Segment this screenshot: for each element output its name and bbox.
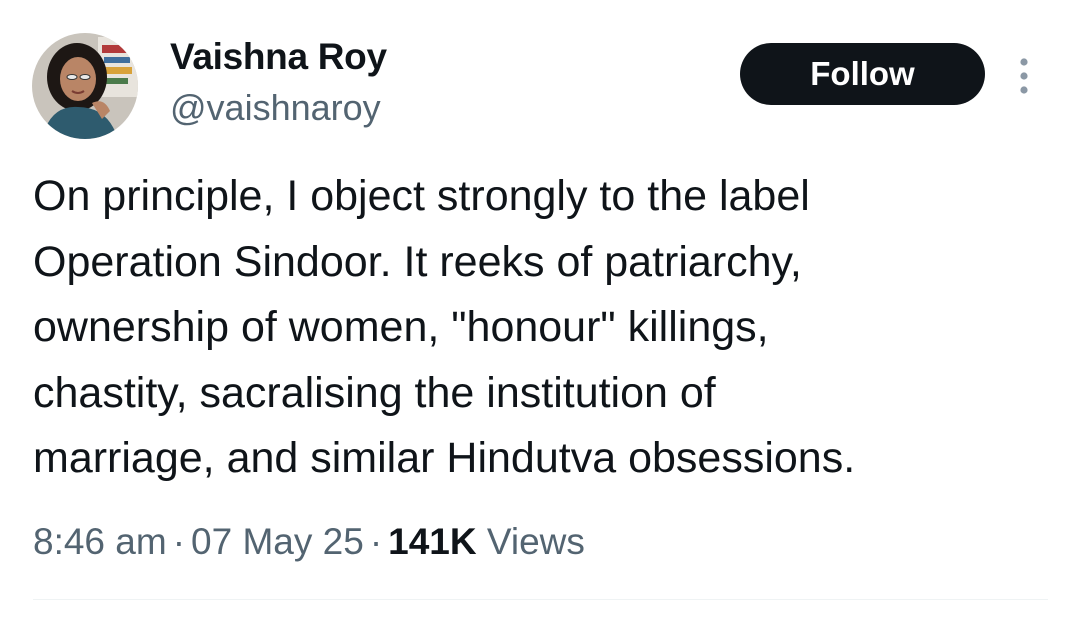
tweet-card: Vaishna Roy @vaishnaroy Follow On princi…	[0, 0, 1080, 617]
views-count: 141K	[388, 521, 477, 562]
tweet-text: On principle, I object strongly to the l…	[33, 164, 1043, 492]
avatar[interactable]	[32, 33, 138, 139]
meta-separator: ·	[369, 521, 383, 562]
avatar-image	[32, 33, 138, 139]
author-display-name[interactable]: Vaishna Roy	[170, 36, 387, 78]
more-vertical-icon[interactable]	[1012, 56, 1036, 96]
meta-separator: ·	[172, 521, 186, 562]
tweet-meta: 8:46 am · 07 May 25 · 141K Views	[33, 521, 585, 563]
tweet-text-line: ownership of women, "honour" killings,	[33, 303, 769, 351]
tweet-text-line: marriage, and similar Hindutva obsession…	[33, 434, 856, 482]
follow-button[interactable]: Follow	[740, 43, 985, 105]
tweet-text-line: chastity, sacralising the institution of	[33, 368, 716, 417]
tweet-text-line: Operation Sindoor. It reeks of patriarch…	[33, 237, 802, 286]
divider	[33, 599, 1048, 600]
tweet-text-line: On principle, I object strongly to the l…	[33, 172, 810, 220]
tweet-date[interactable]: 07 May 25	[191, 521, 364, 562]
views-label: Views	[486, 521, 585, 562]
tweet-time[interactable]: 8:46 am	[33, 521, 167, 562]
author-handle[interactable]: @vaishnaroy	[170, 87, 381, 129]
